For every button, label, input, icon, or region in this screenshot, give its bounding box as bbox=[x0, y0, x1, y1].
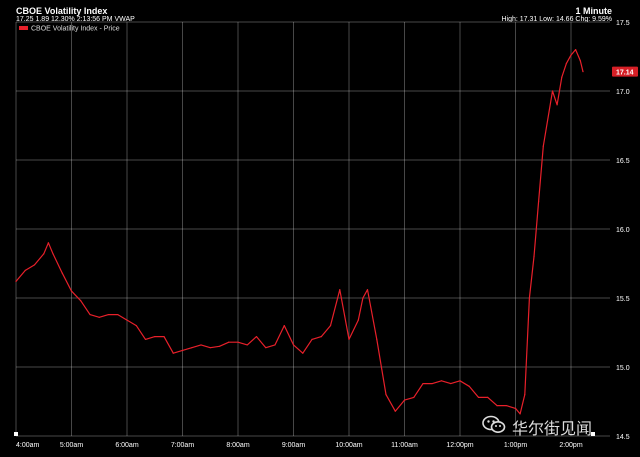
data-point bbox=[24, 269, 26, 271]
data-point bbox=[163, 336, 165, 338]
data-point bbox=[524, 394, 526, 396]
x-tick-label: 5:00am bbox=[60, 442, 84, 449]
data-point bbox=[329, 325, 332, 327]
x-axis: 4:00am 5:00am 6:00am 7:00am 8:00am 9:00am 10:0… bbox=[16, 442, 583, 449]
data-point bbox=[385, 394, 387, 396]
legend: CBOE Volatility Index - Price bbox=[19, 26, 120, 33]
data-point bbox=[89, 313, 91, 316]
y-tick-label: 17.5 bbox=[616, 20, 630, 27]
data-point bbox=[376, 338, 378, 340]
x-tick-label: 2:00pm bbox=[559, 442, 583, 449]
data-point bbox=[348, 338, 350, 340]
data-point bbox=[413, 396, 415, 398]
x-tick-label: 6:00am bbox=[115, 442, 139, 449]
data-point bbox=[542, 145, 544, 147]
y-tick-label: 15.5 bbox=[616, 296, 630, 303]
data-point bbox=[274, 344, 276, 346]
data-point bbox=[283, 325, 285, 327]
data-point bbox=[43, 253, 45, 255]
y-tick-label: 15.0 bbox=[616, 365, 630, 372]
data-point bbox=[551, 90, 554, 92]
data-point bbox=[440, 380, 443, 382]
x-tick-label: 12:00pm bbox=[446, 442, 473, 449]
data-point bbox=[477, 396, 480, 398]
data-point bbox=[228, 341, 230, 343]
data-point bbox=[320, 336, 322, 338]
watermark-text: 华尔街见闻 bbox=[512, 419, 593, 438]
data-point bbox=[459, 380, 461, 382]
data-point bbox=[561, 76, 563, 78]
x-tick-label: 9:00am bbox=[282, 442, 306, 449]
x-tick-label: 7:00am bbox=[171, 442, 195, 449]
data-point bbox=[98, 316, 100, 318]
y-tick-label: 16.0 bbox=[616, 227, 630, 234]
data-point bbox=[209, 347, 211, 349]
legend-label: CBOE Volatility Index - Price bbox=[31, 26, 120, 33]
data-point bbox=[422, 382, 424, 385]
data-point bbox=[117, 313, 119, 316]
vix-chart: 17.517.016.516.015.515.014.5 4:00am 5:00a… bbox=[14, 20, 638, 449]
data-point bbox=[144, 338, 147, 340]
data-point bbox=[107, 313, 110, 316]
data-point bbox=[533, 256, 535, 258]
data-point bbox=[15, 280, 17, 283]
data-point bbox=[302, 352, 304, 354]
data-point bbox=[191, 347, 193, 349]
data-point bbox=[181, 349, 184, 352]
data-point bbox=[255, 336, 258, 338]
data-point bbox=[570, 54, 572, 56]
x-tick-label: 1:00pm bbox=[504, 442, 528, 449]
data-point bbox=[468, 385, 470, 387]
data-point bbox=[61, 272, 63, 274]
data-point bbox=[431, 382, 433, 385]
data-point bbox=[33, 264, 36, 266]
data-point bbox=[528, 297, 530, 299]
data-point bbox=[496, 405, 498, 407]
data-point bbox=[126, 319, 128, 321]
badge-label: 17.14 bbox=[616, 70, 634, 77]
data-point bbox=[505, 405, 507, 407]
x-tick-label: 10:00am bbox=[335, 442, 362, 449]
data-point bbox=[265, 347, 267, 349]
data-point bbox=[403, 399, 406, 401]
data-point bbox=[200, 344, 202, 346]
data-point bbox=[556, 104, 558, 106]
y-tick-label: 16.5 bbox=[616, 158, 630, 165]
data-point bbox=[70, 290, 73, 292]
wechat-icon bbox=[482, 415, 506, 433]
data-point bbox=[311, 338, 313, 340]
y-tick-label: 17.0 bbox=[616, 89, 630, 96]
data-point bbox=[514, 407, 517, 409]
data-point bbox=[538, 200, 540, 202]
data-point bbox=[218, 345, 221, 347]
data-point bbox=[366, 289, 369, 291]
data-point bbox=[154, 336, 156, 338]
last-price-badge: 17.14 bbox=[612, 66, 638, 77]
data-point bbox=[579, 60, 581, 62]
data-point bbox=[582, 71, 584, 73]
legend-swatch bbox=[19, 26, 28, 30]
watermark: 华尔街见闻 bbox=[482, 413, 632, 438]
data-point bbox=[357, 319, 359, 321]
data-point bbox=[565, 62, 567, 64]
data-point bbox=[172, 352, 174, 354]
data-point bbox=[362, 297, 364, 299]
data-point bbox=[575, 49, 577, 51]
data-point bbox=[52, 253, 54, 255]
y-axis: 17.517.016.516.015.515.014.5 bbox=[616, 20, 630, 441]
data-point bbox=[135, 325, 137, 327]
data-point bbox=[394, 410, 396, 412]
data-point bbox=[292, 344, 295, 346]
data-point bbox=[450, 382, 452, 385]
data-point bbox=[80, 300, 82, 302]
x-tick-label: 11:00am bbox=[391, 442, 418, 449]
x-tick-label: 4:00am bbox=[16, 442, 40, 449]
data-point bbox=[487, 396, 489, 398]
data-point bbox=[339, 289, 341, 291]
data-point bbox=[246, 344, 248, 346]
x-tick-label: 8:00am bbox=[226, 442, 250, 449]
corner-marker bbox=[14, 432, 18, 436]
data-point bbox=[237, 341, 239, 343]
data-point bbox=[47, 242, 49, 244]
